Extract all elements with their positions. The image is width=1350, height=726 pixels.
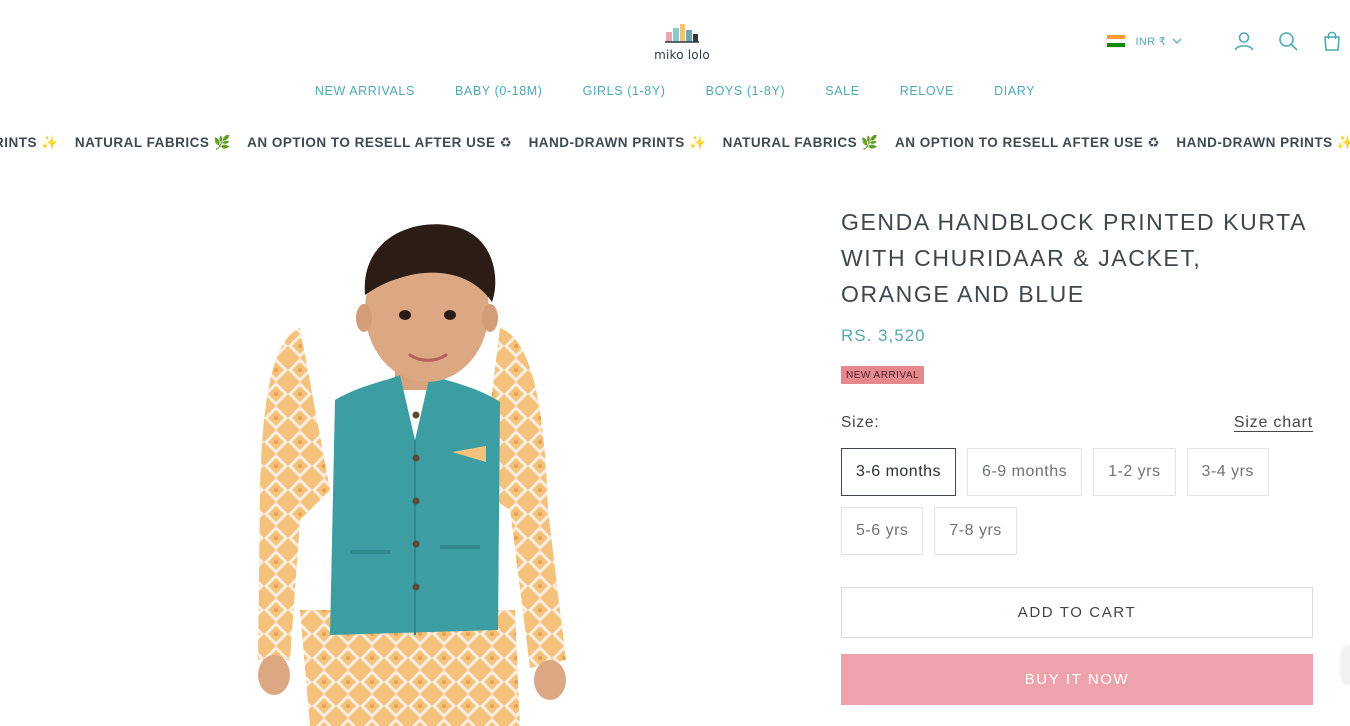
nav-new-arrivals[interactable]: NEW ARRIVALS: [315, 84, 415, 98]
product-title: GENDA HANDBLOCK PRINTED KURTA WITH CHURI…: [841, 209, 1306, 307]
header-actions: INR ₹: [1105, 26, 1350, 56]
chevron-down-icon: [1172, 38, 1182, 44]
cart-icon[interactable]: [1320, 29, 1344, 53]
marquee-item: AN OPTION TO RESELL AFTER USE ♻: [894, 135, 1161, 150]
nav-baby[interactable]: BABY (0-18M): [455, 84, 543, 98]
india-flag-icon: [1105, 34, 1126, 48]
size-option-5-6-yrs[interactable]: 5-6 yrs: [841, 507, 924, 555]
site-header: miko lolo INR ₹: [0, 0, 1350, 80]
chat-widget-tab[interactable]: [1342, 645, 1350, 685]
marquee-item: AN OPTION TO RESELL AFTER USE ♻: [247, 135, 513, 150]
logo-mark-icon: [665, 24, 699, 43]
announcement-marquee: N PRINTS ✨ NATURAL FABRICS 🌿 AN OPTION T…: [0, 133, 1350, 155]
size-options: 3-6 months 6-9 months 1-2 yrs 3-4 yrs 5-…: [841, 448, 1313, 555]
marquee-item: HAND-DRAWN PRINTS ✨: [528, 135, 707, 150]
size-option-1-2-yrs[interactable]: 1-2 yrs: [1093, 448, 1176, 496]
nav-boys[interactable]: BOYS (1-8Y): [706, 84, 786, 98]
marquee-item: NATURAL FABRICS 🌿: [722, 135, 879, 150]
currency-label: INR ₹: [1135, 35, 1166, 48]
size-chart-link[interactable]: Size chart: [1234, 414, 1313, 432]
product-info: GENDA HANDBLOCK PRINTED KURTA WITH CHURI…: [841, 204, 1313, 705]
size-option-3-4-yrs[interactable]: 3-4 yrs: [1186, 448, 1269, 496]
brand-logo[interactable]: miko lolo: [650, 18, 714, 64]
marquee-item: HAND-DRAWN PRINTS ✨: [1176, 135, 1350, 150]
marquee-item: N PRINTS ✨: [0, 135, 59, 150]
size-option-3-6-months[interactable]: 3-6 months: [841, 448, 957, 496]
account-icon[interactable]: [1232, 29, 1256, 53]
add-to-cart-button[interactable]: ADD TO CART: [841, 587, 1313, 638]
brand-name: miko lolo: [654, 48, 710, 62]
nav-diary[interactable]: DIARY: [994, 84, 1035, 98]
main-nav: NEW ARRIVALS BABY (0-18M) GIRLS (1-8Y) B…: [0, 84, 1350, 98]
nav-sale[interactable]: SALE: [825, 84, 859, 98]
product-image[interactable]: [0, 190, 820, 726]
product-price: RS. 3,520: [841, 326, 926, 345]
buy-it-now-button[interactable]: BUY IT NOW: [841, 654, 1313, 705]
marquee-item: NATURAL FABRICS 🌿: [74, 135, 231, 150]
nav-relove[interactable]: RELOVE: [900, 84, 954, 98]
size-header: Size: Size chart: [841, 414, 1313, 432]
marquee-track: N PRINTS ✨ NATURAL FABRICS 🌿 AN OPTION T…: [0, 135, 1350, 151]
search-icon[interactable]: [1276, 29, 1300, 53]
size-option-7-8-yrs[interactable]: 7-8 yrs: [934, 507, 1017, 555]
size-option-6-9-months[interactable]: 6-9 months: [967, 448, 1083, 496]
size-label: Size:: [841, 414, 880, 431]
new-arrival-badge: NEW ARRIVAL: [841, 366, 925, 384]
product-photo: [258, 224, 566, 726]
nav-girls[interactable]: GIRLS (1-8Y): [583, 84, 666, 98]
currency-selector[interactable]: INR ₹: [1105, 34, 1183, 48]
